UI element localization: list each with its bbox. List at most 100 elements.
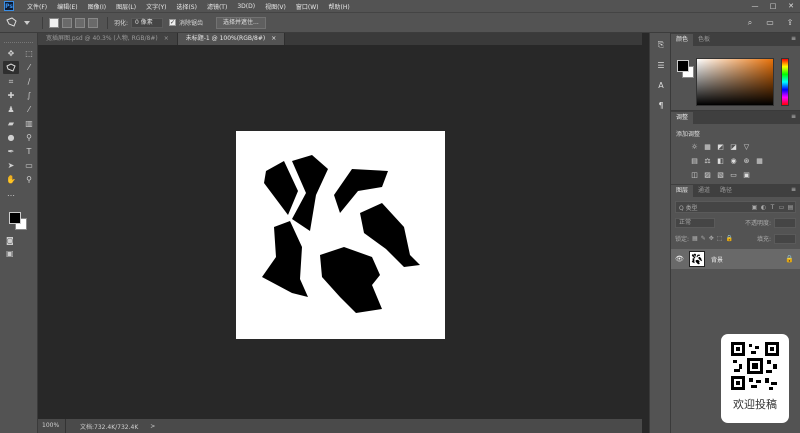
hue-slider[interactable] <box>781 58 789 106</box>
eye-icon[interactable]: 👁 <box>675 255 685 263</box>
eraser-tool-icon[interactable]: ▰ <box>3 117 19 130</box>
menu-view[interactable]: 视图(V) <box>260 2 291 11</box>
tab-document-2[interactable]: 未标题-1 @ 100%(RGB/8#) × <box>177 33 286 45</box>
subtract-selection-button[interactable] <box>75 17 85 28</box>
filter-shape-icon[interactable]: ▭ <box>777 204 786 211</box>
lock-artboard-icon[interactable]: ⬚ <box>717 235 723 242</box>
exposure-icon[interactable]: ◪ <box>728 142 739 152</box>
black-white-icon[interactable]: ◧ <box>715 156 726 166</box>
tab-color[interactable]: 颜色 <box>671 34 694 46</box>
polygonal-lasso-icon[interactable] <box>6 16 18 29</box>
panel-menu-icon[interactable]: ≡ <box>791 113 796 120</box>
blur-tool-icon[interactable]: ● <box>3 131 19 144</box>
blend-mode-select[interactable]: 正常 <box>675 217 715 228</box>
dodge-tool-icon[interactable]: ⚲ <box>21 131 37 144</box>
channel-mixer-icon[interactable]: ⊛ <box>741 156 752 166</box>
menu-layer[interactable]: 图层(L) <box>111 2 141 11</box>
menu-file[interactable]: 文件(F) <box>22 2 52 11</box>
close-button[interactable]: ✕ <box>782 2 800 10</box>
fill-input[interactable] <box>774 233 796 244</box>
foreground-color-swatch[interactable] <box>677 60 689 72</box>
new-selection-button[interactable] <box>49 17 59 28</box>
filter-adjust-icon[interactable]: ◐ <box>759 204 768 211</box>
clone-stamp-tool-icon[interactable]: ♟ <box>3 103 19 116</box>
rectangle-tool-icon[interactable]: ▭ <box>21 159 37 172</box>
filter-type-icon[interactable]: T <box>768 204 777 211</box>
lock-paint-icon[interactable]: ✎ <box>701 235 706 242</box>
lock-pixels-icon[interactable]: ▦ <box>692 235 698 242</box>
zoom-tool-icon[interactable]: ⚲ <box>21 173 37 186</box>
history-panel-icon[interactable]: ⎘ <box>650 37 672 53</box>
lasso-tool-icon[interactable] <box>3 61 19 74</box>
threshold-icon[interactable]: ▧ <box>715 170 726 180</box>
marquee-tool-icon[interactable]: ⬚ <box>21 47 37 60</box>
lock-all-icon[interactable]: 🔒 <box>725 235 732 242</box>
crop-tool-icon[interactable]: ⌗ <box>3 75 19 88</box>
opacity-input[interactable] <box>774 217 796 228</box>
menu-filter[interactable]: 滤镜(T) <box>202 2 232 11</box>
quick-mask-icon[interactable]: ◙ <box>0 234 37 247</box>
tab-channels[interactable]: 通道 <box>693 185 715 197</box>
menu-3d[interactable]: 3D(D) <box>232 3 260 10</box>
color-balance-icon[interactable]: ⚖ <box>702 156 713 166</box>
screen-mode-icon[interactable]: ▣ <box>0 247 37 260</box>
posterize-icon[interactable]: ▨ <box>702 170 713 180</box>
type-tool-icon[interactable]: T <box>21 145 37 158</box>
menu-edit[interactable]: 编辑(E) <box>52 2 82 11</box>
menu-window[interactable]: 窗口(W) <box>291 2 324 11</box>
hand-tool-icon[interactable]: ✋ <box>3 173 19 186</box>
search-icon[interactable]: ⌕ <box>740 18 760 28</box>
color-lookup-icon[interactable]: ▦ <box>754 156 765 166</box>
workspace-icon[interactable]: ▭ <box>760 18 780 27</box>
pen-tool-icon[interactable]: ✒ <box>3 145 19 158</box>
select-and-mask-button[interactable]: 选择并遮住... <box>216 16 266 29</box>
lock-move-icon[interactable]: ✥ <box>709 235 714 242</box>
color-picker-field[interactable] <box>696 58 774 106</box>
filter-smart-icon[interactable]: ▤ <box>786 204 795 211</box>
tab-paths[interactable]: 路径 <box>715 185 737 197</box>
move-tool-icon[interactable]: ✥ <box>3 47 19 60</box>
menu-image[interactable]: 图像(I) <box>83 2 111 11</box>
eyedropper-tool-icon[interactable]: ∕ <box>21 75 37 88</box>
hue-saturation-icon[interactable]: ▤ <box>689 156 700 166</box>
history-brush-tool-icon[interactable]: ⁄ <box>21 103 37 116</box>
close-icon[interactable]: × <box>164 35 169 42</box>
document-area[interactable] <box>38 45 642 419</box>
layer-row[interactable]: 👁 背景 🔒 <box>671 249 800 269</box>
magic-wand-tool-icon[interactable]: ⁄ <box>21 61 37 74</box>
layer-filter[interactable]: Q 类型 ▣ ◐ T ▭ ▤ <box>675 201 796 213</box>
character-panel-icon[interactable]: A <box>650 77 672 93</box>
vibrance-icon[interactable]: ▽ <box>741 142 752 152</box>
brush-tool-icon[interactable]: ∫ <box>21 89 37 102</box>
menu-help[interactable]: 帮助(H) <box>324 2 355 11</box>
tab-adjustments[interactable]: 调整 <box>671 112 694 124</box>
zoom-level[interactable]: 100% <box>38 419 66 433</box>
antialias-checkbox[interactable]: ✓ <box>169 19 177 26</box>
intersect-selection-button[interactable] <box>88 17 98 28</box>
submission-promo[interactable]: 欢迎投稿 <box>721 334 789 423</box>
add-selection-button[interactable] <box>62 17 72 28</box>
menu-type[interactable]: 文字(Y) <box>141 2 171 11</box>
status-menu-arrow[interactable]: > <box>150 423 155 430</box>
share-icon[interactable]: ⇪ <box>780 18 800 27</box>
photo-filter-icon[interactable]: ◉ <box>728 156 739 166</box>
chevron-down-icon[interactable] <box>21 17 33 29</box>
tab-document-1[interactable]: 宽插屏图.psd @ 40.3% (人物, RGB/8#) × <box>38 33 178 45</box>
toolbar-grip[interactable] <box>4 35 33 43</box>
path-selection-tool-icon[interactable]: ➤ <box>3 159 19 172</box>
selective-color-icon[interactable]: ▣ <box>741 170 752 180</box>
panel-menu-icon[interactable]: ≡ <box>791 186 796 193</box>
feather-input[interactable]: 0 像素 <box>131 17 164 28</box>
curves-icon[interactable]: ◩ <box>715 142 726 152</box>
more-tools-icon[interactable]: … <box>3 187 19 200</box>
brightness-icon[interactable]: ☼ <box>689 142 700 152</box>
foreground-color-swatch[interactable] <box>9 212 21 224</box>
gradient-tool-icon[interactable]: ▥ <box>21 117 37 130</box>
invert-icon[interactable]: ◫ <box>689 170 700 180</box>
filter-pixel-icon[interactable]: ▣ <box>750 204 759 211</box>
gradient-map-icon[interactable]: ▭ <box>728 170 739 180</box>
paragraph-panel-icon[interactable]: ¶ <box>650 97 672 113</box>
tab-layers[interactable]: 图层 <box>671 185 694 197</box>
properties-panel-icon[interactable]: ☰ <box>650 57 672 73</box>
panel-menu-icon[interactable]: ≡ <box>791 35 796 42</box>
